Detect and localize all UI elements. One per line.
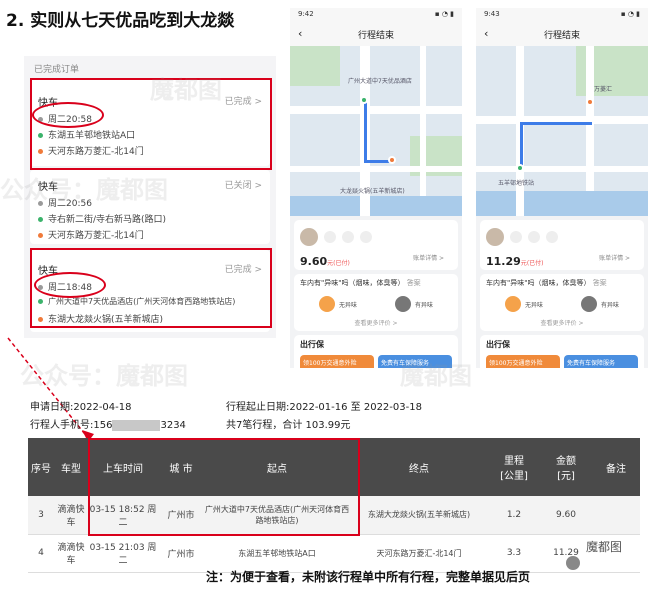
col-header: 备注 [592, 438, 640, 496]
share-icon[interactable] [546, 231, 558, 243]
col-header: 终点 [350, 438, 488, 496]
nav-bar: ‹ 行程结束 [476, 22, 648, 46]
driver-card: 11.29元(已付) 账单详情 > [480, 220, 644, 270]
highlight-box-2 [30, 248, 272, 328]
phone-screen-1: 9:42 ▪ ◔ ▮ ‹ 行程结束 广州大道中7天优品酒店 大龙燚火锅(五羊新城店)… [290, 8, 462, 368]
card-time: 周二20:56 [38, 196, 92, 209]
insurance-title: 出行保 [486, 340, 510, 349]
highlight-box-1 [30, 78, 272, 170]
logo-text: 魔都图 [586, 540, 623, 554]
start-pin-icon [360, 96, 368, 104]
phone-screen-2: 9:43 ▪ ◔ ▮ ‹ 行程结束 五羊邨地铁站 万菱汇 11.29元(已付) 账单详… [476, 8, 648, 368]
col-header: 车型 [54, 438, 88, 496]
message-icon[interactable] [342, 231, 354, 243]
status-bar: 9:43 ▪ ◔ ▮ [476, 8, 648, 22]
insurance-card: 出行保 领100万交通意外险 免费有车保障服务 [294, 335, 458, 368]
footer-note: 注：为便于查看，未附该行程单中所有行程，完整单据见后页 [206, 570, 531, 584]
call-icon[interactable] [510, 231, 522, 243]
back-icon[interactable]: ‹ [484, 27, 488, 40]
connector-arrow [7, 337, 94, 442]
message-icon[interactable] [528, 231, 540, 243]
map-label: 大龙燚火锅(五羊新城店) [340, 188, 405, 195]
table-row: 4 滴滴快车 03-15 21:03 周二 广州市 东湖五羊邨地铁站A口 天河东路万菱汇-… [28, 534, 640, 573]
feedback-question: 车内有"异味"吗（烟味，体臭等） [486, 279, 591, 287]
insurance-card: 出行保 领100万交通意外险 免费有车保障服务 [480, 335, 644, 368]
feedback-hint: 答案 [406, 279, 421, 287]
price: 11.29 [486, 255, 521, 268]
price: 9.60 [300, 255, 328, 268]
promo-banner-1[interactable]: 领100万交通意外险 [300, 355, 374, 368]
col-header: 里程 [公里] [488, 438, 540, 496]
avatar [300, 228, 318, 246]
end-pin-icon [388, 156, 396, 164]
trip-date-range: 行程起止日期:2022-01-16 至 2022-03-18 [226, 402, 422, 413]
driver-card: 9.60元(已付) 账单详情 > [294, 220, 458, 270]
highlight-box-3 [88, 438, 360, 536]
wechat-icon [566, 556, 580, 570]
nav-title: 行程结束 [357, 30, 394, 41]
page-title: 2. 实则从七天优品吃到大龙燚 [6, 11, 235, 31]
nav-title: 行程结束 [543, 30, 580, 41]
has-odor-button[interactable]: 有异味 [580, 296, 619, 312]
no-odor-button[interactable]: 无异味 [318, 296, 357, 312]
promo-banner-2[interactable]: 免费有车保障服务 [564, 355, 638, 368]
promo-banner-1[interactable]: 领100万交通意外险 [486, 355, 560, 368]
map[interactable]: 广州大道中7天优品酒店 大龙燚火锅(五羊新城店) [290, 46, 462, 216]
orders-header: 已完成订单 [34, 65, 80, 75]
apply-date: 申请日期:2022-04-18 [30, 402, 132, 413]
card-status[interactable]: 已关闭 > [225, 178, 262, 191]
share-icon[interactable] [360, 231, 372, 243]
bill-detail-link[interactable]: 账单详情 > [599, 253, 630, 262]
phone-number: 行程人手机号:156 3234 [30, 419, 186, 431]
price-note: (已付) [526, 260, 544, 267]
col-header: 序号 [28, 438, 54, 496]
map[interactable]: 五羊邨地铁站 万菱汇 [476, 46, 648, 216]
map-label: 万菱汇 [594, 86, 613, 93]
feedback-hint: 答案 [592, 279, 607, 287]
call-icon[interactable] [324, 231, 336, 243]
feedback-question: 车内有"异味"吗（烟味，体臭等） [300, 279, 405, 287]
card-type: 快车 [38, 182, 58, 193]
start-pin-icon [516, 164, 524, 172]
more-reviews-link[interactable]: 查看更多评价 > [300, 318, 452, 327]
order-card-2[interactable]: 快车 已关闭 > 周二20:56 寺右新二街/寺右新马路(路口) 天河东路万菱汇… [30, 170, 270, 244]
card-to: 天河东路万菱汇-北14门 [38, 228, 144, 241]
end-pin-icon [586, 98, 594, 106]
status-bar: 9:42 ▪ ◔ ▮ [290, 8, 462, 22]
trip-summary: 共7笔行程，合计 103.99元 [226, 420, 351, 431]
more-reviews-link[interactable]: 查看更多评价 > [486, 318, 638, 327]
promo-banner-2[interactable]: 免费有车保障服务 [378, 355, 452, 368]
redaction-mask [112, 419, 161, 431]
bill-detail-link[interactable]: 账单详情 > [413, 253, 444, 262]
no-odor-button[interactable]: 无异味 [504, 296, 543, 312]
back-icon[interactable]: ‹ [298, 27, 302, 40]
avatar [486, 228, 504, 246]
map-label: 五羊邨地铁站 [498, 180, 535, 187]
insurance-title: 出行保 [300, 340, 324, 349]
col-header: 金额 [元] [540, 438, 592, 496]
price-note: (已付) [333, 260, 350, 267]
card-from: 寺右新二街/寺右新马路(路口) [38, 212, 166, 225]
map-label: 广州大道中7天优品酒店 [348, 78, 412, 85]
has-odor-button[interactable]: 有异味 [394, 296, 433, 312]
feedback-card: 车内有"异味"吗（烟味，体臭等） 答案 无异味 有异味 查看更多评价 > [294, 274, 458, 331]
nav-bar: ‹ 行程结束 [290, 22, 462, 46]
feedback-card: 车内有"异味"吗（烟味，体臭等） 答案 无异味 有异味 查看更多评价 > [480, 274, 644, 331]
